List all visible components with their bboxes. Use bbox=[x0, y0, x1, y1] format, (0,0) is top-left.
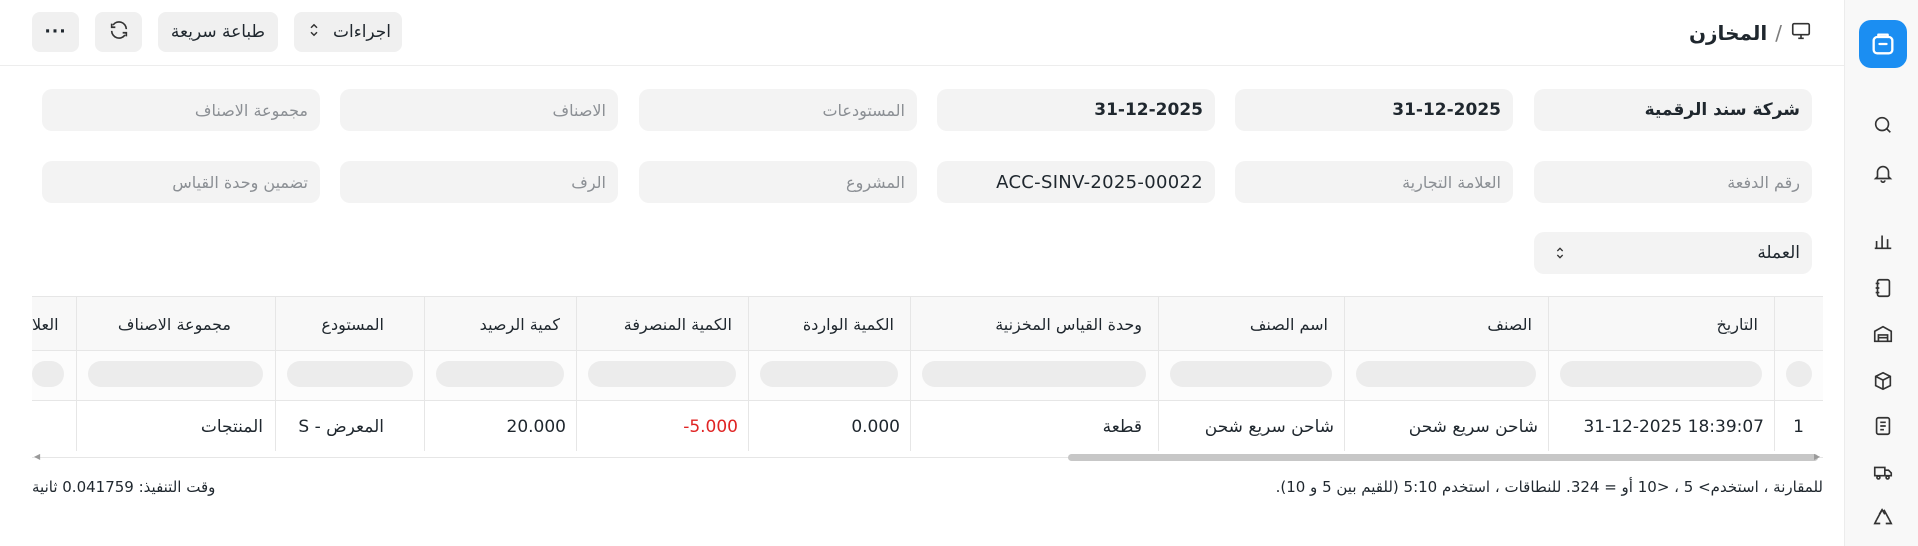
cell-warehouse[interactable]: المعرض - S bbox=[275, 401, 424, 453]
col-item-group[interactable]: مجموعة الاصناف bbox=[76, 297, 275, 351]
include-uom-field[interactable]: تضمين وحدة القياس bbox=[42, 161, 320, 203]
bell-icon[interactable] bbox=[1871, 161, 1895, 185]
item-group-filter-input[interactable] bbox=[88, 361, 263, 387]
out-qty-filter-input[interactable] bbox=[588, 361, 736, 387]
recycle-icon[interactable] bbox=[1871, 506, 1895, 530]
sidebar bbox=[1844, 0, 1918, 546]
row-index: 1 bbox=[1793, 417, 1804, 437]
cell-in-qty: 0.000 bbox=[851, 417, 900, 437]
batch-no-field[interactable]: رقم الدفعة bbox=[1534, 161, 1812, 203]
chart-icon[interactable] bbox=[1871, 229, 1895, 253]
item-name-filter-input[interactable] bbox=[1170, 361, 1332, 387]
cell-item[interactable]: شاحن سريع شحن bbox=[1344, 401, 1548, 453]
project-field[interactable]: المشروع bbox=[639, 161, 917, 203]
page-title[interactable]: المخازن bbox=[1689, 21, 1767, 45]
scroll-left-arrow[interactable]: ◀ bbox=[34, 452, 40, 461]
warehouse-icon[interactable] bbox=[1871, 322, 1895, 346]
breadcrumb-separator: / bbox=[1775, 21, 1782, 45]
cell-uom-text: قطعة bbox=[1102, 417, 1142, 437]
chevron-updown-icon bbox=[305, 21, 323, 44]
actions-button[interactable]: اجراءات bbox=[294, 12, 402, 52]
quick-print-button[interactable]: طباعة سريعة bbox=[158, 12, 278, 52]
row-index-filter[interactable] bbox=[1786, 361, 1812, 387]
cell-item-group-text: المنتجات bbox=[200, 417, 263, 437]
col-out-qty[interactable]: الكمية المنصرفة bbox=[576, 297, 748, 351]
more-icon: ··· bbox=[44, 22, 67, 42]
truck-icon[interactable] bbox=[1871, 460, 1895, 484]
col-in-qty[interactable]: الكمية الواردة bbox=[748, 297, 910, 351]
company-field[interactable]: شركة سند الرقمية bbox=[1534, 89, 1812, 131]
currency-select[interactable]: العملة bbox=[1534, 232, 1812, 274]
more-button[interactable]: ··· bbox=[32, 12, 79, 52]
item-groups-field[interactable]: مجموعة الاصناف bbox=[42, 89, 320, 131]
voucher-no-field[interactable]: ACC-SINV-2025-00022 bbox=[937, 161, 1215, 203]
stock-ledger-table: التاريخ الصنف اسم الصنف وحدة القياس المخ… bbox=[32, 296, 1823, 458]
ledger-icon[interactable] bbox=[1871, 276, 1895, 300]
col-balance-qty[interactable]: كمية الرصيد bbox=[424, 297, 576, 351]
cell-item-group: المنتجات bbox=[76, 401, 275, 453]
brand-field[interactable]: العلامة التجارية bbox=[1235, 161, 1513, 203]
col-date[interactable]: التاريخ bbox=[1548, 297, 1774, 351]
refresh-icon bbox=[108, 19, 130, 46]
uom-filter-input[interactable] bbox=[922, 361, 1146, 387]
cell-uom: قطعة bbox=[910, 401, 1158, 453]
items-field[interactable]: الاصناف bbox=[340, 89, 618, 131]
shelf-field[interactable]: الرف bbox=[340, 161, 618, 203]
cell-balance-qty: 20.000 bbox=[506, 417, 566, 437]
to-date-field[interactable]: 31-12-2025 bbox=[937, 89, 1215, 131]
box-icon[interactable] bbox=[1871, 369, 1895, 393]
currency-label: العملة bbox=[1757, 243, 1800, 263]
col-item-name[interactable]: اسم الصنف bbox=[1158, 297, 1344, 351]
item-filter-input[interactable] bbox=[1356, 361, 1536, 387]
warehouse-filter-input[interactable] bbox=[287, 361, 413, 387]
col-warehouse[interactable]: المستودع bbox=[275, 297, 424, 351]
brand-filter-input[interactable] bbox=[32, 361, 64, 387]
col-brand-truncated[interactable]: العلا bbox=[32, 297, 76, 351]
scroll-right-arrow[interactable]: ▶ bbox=[1814, 452, 1820, 461]
balance-qty-filter-input[interactable] bbox=[436, 361, 564, 387]
page-header: / المخازن اجراءات طباعة سريعة ··· bbox=[0, 0, 1844, 66]
execution-time: وقت التنفيذ: 0.041759 ثانية bbox=[32, 478, 216, 496]
col-stock-uom[interactable]: وحدة القياس المخزنية bbox=[910, 297, 1158, 351]
date-filter-input[interactable] bbox=[1560, 361, 1762, 387]
breadcrumb: / المخازن bbox=[1689, 18, 1812, 48]
col-item[interactable]: الصنف bbox=[1344, 297, 1548, 351]
in-qty-filter-input[interactable] bbox=[760, 361, 898, 387]
document-icon[interactable] bbox=[1871, 414, 1895, 438]
comparison-help-text: للمقارنة ، استخدم> 5 ، <10 أو = 324. للن… bbox=[1275, 478, 1823, 496]
from-date-field[interactable]: 31-12-2025 bbox=[1235, 89, 1513, 131]
monitor-icon[interactable] bbox=[1790, 20, 1812, 47]
actions-label: اجراءات bbox=[332, 22, 392, 42]
search-icon[interactable] bbox=[1871, 113, 1895, 137]
cell-out-qty: -5.000 bbox=[683, 417, 738, 437]
app-logo-icon[interactable] bbox=[1859, 20, 1907, 68]
horizontal-scrollbar[interactable] bbox=[1068, 454, 1818, 461]
refresh-button[interactable] bbox=[95, 12, 142, 52]
cell-item-name: شاحن سريع شحن bbox=[1204, 417, 1334, 437]
chevron-updown-icon bbox=[1552, 244, 1568, 267]
warehouses-field[interactable]: المستودعات bbox=[639, 89, 917, 131]
quick-print-label: طباعة سريعة bbox=[170, 22, 266, 42]
cell-date: 31-12-2025 18:39:07 bbox=[1583, 417, 1764, 437]
